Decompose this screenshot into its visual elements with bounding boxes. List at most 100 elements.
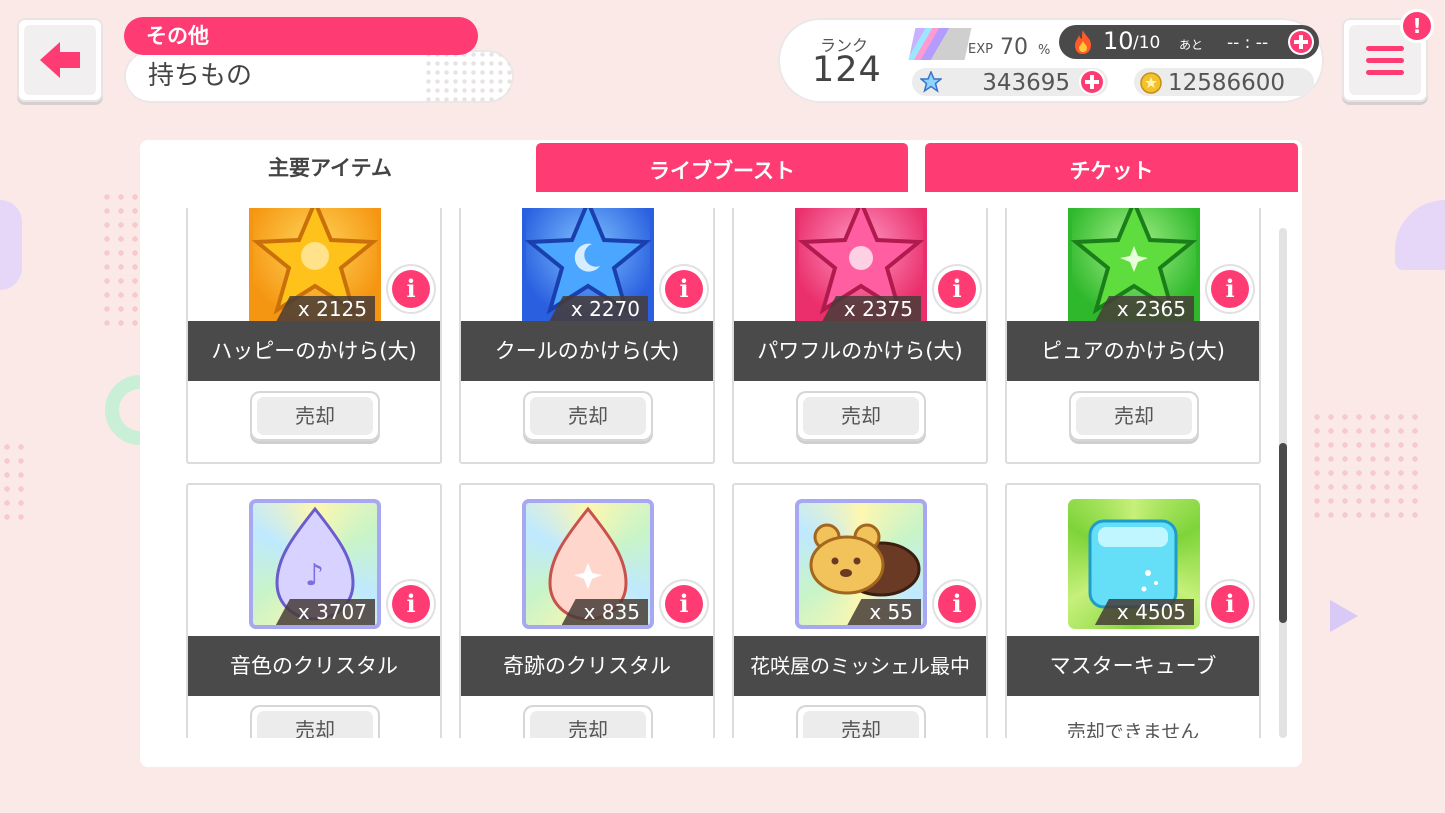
item-info-button[interactable]: i — [934, 581, 980, 627]
info-icon: i — [665, 585, 703, 623]
info-icon: i — [938, 585, 976, 623]
stamina-max: /10 — [1133, 33, 1161, 53]
hamburger-icon-line — [1366, 57, 1404, 63]
sell-button-label: 売却 — [257, 711, 373, 738]
tone-crystal-icon: ♪ x 3707 — [249, 499, 381, 629]
sell-button-label: 売却 — [257, 397, 373, 435]
live-boost-stamina: 10 /10 あと -- : -- — [1059, 25, 1319, 59]
sell-button[interactable]: 売却 — [523, 705, 653, 738]
item-count: x 4505 — [1094, 599, 1194, 625]
item-info-button[interactable]: i — [388, 581, 434, 627]
sell-button[interactable]: 売却 — [523, 391, 653, 441]
star-gem-value: 343695 — [982, 70, 1070, 96]
hamburger-icon-line — [1366, 69, 1404, 75]
item-count: x 2375 — [821, 296, 921, 322]
sell-button[interactable]: 売却 — [1069, 391, 1199, 441]
item-card: x 55 i 花咲屋のミッシェル最中 売却 — [732, 483, 988, 738]
master-cube-icon: x 4505 — [1068, 499, 1200, 629]
cannot-sell-text: 売却できません — [1066, 721, 1200, 738]
item-card: x 4505 i マスターキューブ 売却できません — [1005, 483, 1261, 738]
exp-progress-bar — [908, 28, 972, 60]
tab-live-boost[interactable]: ライブブースト — [533, 140, 911, 192]
info-icon: i — [665, 270, 703, 308]
add-stamina-plus-icon[interactable] — [1287, 28, 1315, 56]
exp-value: 70 — [1000, 35, 1028, 60]
tab-main-items[interactable]: 主要アイテム — [140, 140, 520, 192]
background-dots — [100, 190, 140, 330]
back-button-face — [24, 25, 96, 95]
scrollbar[interactable] — [1279, 228, 1287, 738]
item-card: x 2125 i ハッピーのかけら(大) 売却 — [186, 208, 442, 464]
hamburger-icon — [1366, 45, 1404, 51]
item-info-button[interactable]: i — [1207, 581, 1253, 627]
item-card: x 2365 i ピュアのかけら(大) 売却 — [1005, 208, 1261, 464]
item-name: ハッピーのかけら(大) — [188, 321, 440, 381]
svg-text:♪: ♪ — [305, 558, 324, 593]
star-gem-counter: 343695 — [912, 68, 1108, 96]
item-name: 奇跡のクリスタル — [461, 636, 713, 696]
scrollbar-thumb[interactable] — [1279, 443, 1287, 623]
title-dots-decoration — [424, 50, 514, 103]
powerful-star-shard-icon: x 2375 — [795, 208, 927, 326]
item-name: パワフルのかけら(大) — [734, 321, 986, 381]
rank-value: 124 — [812, 50, 882, 90]
star-gem-icon — [920, 71, 942, 93]
exp-label: EXP — [968, 42, 993, 57]
sell-button-label: 売却 — [1076, 397, 1192, 435]
item-count: x 835 — [561, 599, 648, 625]
page-title-text: 持ちもの — [148, 61, 253, 91]
item-name: ピュアのかけら(大) — [1007, 321, 1259, 381]
flame-icon — [1075, 30, 1091, 54]
background-shape-decoration — [0, 200, 22, 290]
sell-button-label: 売却 — [803, 711, 919, 738]
back-button[interactable] — [17, 18, 103, 102]
michelle-monaka-icon: x 55 — [795, 499, 927, 629]
stamina-current: 10 — [1103, 27, 1134, 55]
item-info-button[interactable]: i — [934, 266, 980, 312]
item-card: x 2375 i パワフルのかけら(大) 売却 — [732, 208, 988, 464]
item-info-button[interactable]: i — [661, 266, 707, 312]
item-grid[interactable]: x 2125 i ハッピーのかけら(大) 売却 x 2270 i クールのかけら… — [140, 208, 1302, 738]
sell-button-label: 売却 — [530, 711, 646, 738]
item-name: 花咲屋のミッシェル最中 — [734, 636, 986, 696]
sell-button[interactable]: 売却 — [250, 705, 380, 738]
item-count: x 2270 — [548, 296, 648, 322]
sell-button[interactable]: 売却 — [250, 391, 380, 441]
item-info-button[interactable]: i — [388, 266, 434, 312]
info-icon: i — [392, 270, 430, 308]
background-shape-decoration — [1395, 200, 1445, 270]
sell-button-label: 売却 — [803, 397, 919, 435]
background-dots — [0, 440, 30, 520]
item-count: x 3707 — [275, 599, 375, 625]
back-arrow-icon — [40, 42, 80, 78]
tab-tickets[interactable]: チケット — [922, 140, 1301, 192]
add-star-gem-plus-icon[interactable] — [1078, 68, 1106, 96]
sell-button[interactable]: 売却 — [796, 391, 926, 441]
happy-star-shard-icon: x 2125 — [249, 208, 381, 326]
item-info-button[interactable]: i — [661, 581, 707, 627]
coin-counter: 12586600 — [1134, 68, 1314, 96]
item-name: クールのかけら(大) — [461, 321, 713, 381]
sell-button[interactable]: 売却 — [796, 705, 926, 738]
info-icon: i — [1211, 270, 1249, 308]
background-dots — [1310, 410, 1420, 520]
notification-badge-icon: ! — [1400, 9, 1434, 43]
stamina-next-label: あと — [1179, 38, 1204, 52]
info-icon: i — [938, 270, 976, 308]
info-icon: i — [1211, 585, 1249, 623]
item-name: マスターキューブ — [1007, 636, 1259, 696]
sell-button-label: 売却 — [530, 397, 646, 435]
pure-star-shard-icon: x 2365 — [1068, 208, 1200, 326]
player-status-panel: ランク 124 EXP 70 % 10 /10 あと -- : -- 34369… — [778, 18, 1324, 103]
coin-value: 12586600 — [1168, 70, 1286, 96]
info-icon: i — [392, 585, 430, 623]
page-title: 持ちもの — [124, 50, 514, 103]
item-card: x 835 i 奇跡のクリスタル 売却 — [459, 483, 715, 738]
item-name: 音色のクリスタル — [188, 636, 440, 696]
item-card: x 2270 i クールのかけら(大) 売却 — [459, 208, 715, 464]
item-count: x 2365 — [1094, 296, 1194, 322]
item-info-button[interactable]: i — [1207, 266, 1253, 312]
item-count: x 2125 — [275, 296, 375, 322]
coin-icon — [1140, 72, 1162, 94]
exp-unit: % — [1038, 43, 1051, 58]
